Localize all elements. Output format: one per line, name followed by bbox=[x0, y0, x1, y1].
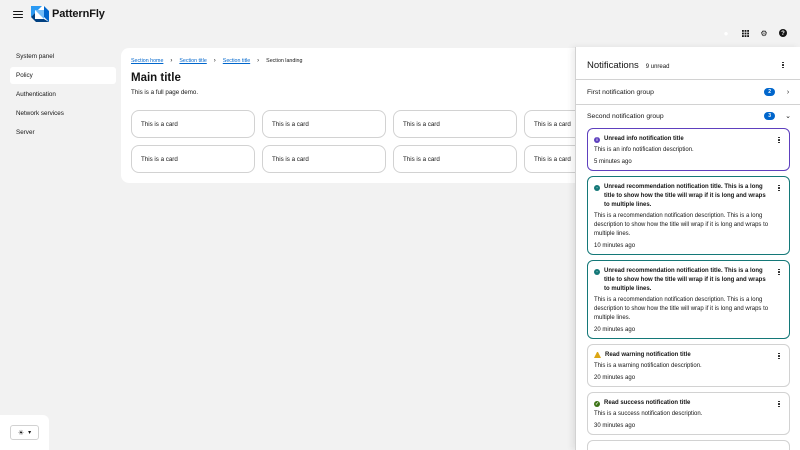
notification-kebab-icon[interactable] bbox=[775, 399, 783, 409]
notification-kebab-icon[interactable] bbox=[775, 351, 783, 361]
notification-kebab-icon[interactable] bbox=[775, 267, 783, 277]
sidebar-item-system-panel[interactable]: System panel bbox=[10, 48, 116, 65]
check-glyph: ✓ bbox=[595, 400, 599, 406]
breadcrumb-section-title-2[interactable]: Section title bbox=[223, 58, 250, 64]
notification-title: Read success notification title bbox=[604, 400, 691, 406]
notification-timestamp: 20 minutes ago bbox=[594, 327, 636, 333]
notification-description: This is a recommendation notification de… bbox=[594, 213, 769, 237]
notification-description: This is an info notification description… bbox=[594, 147, 694, 153]
notification-title-row: ◦ Unread recommendation notification tit… bbox=[594, 267, 771, 294]
notification-title: Unread recommendation notification title… bbox=[604, 184, 766, 208]
group-count-badge: 2 bbox=[764, 88, 775, 96]
lightbulb-icon: ◦ bbox=[594, 268, 600, 275]
unread-count: 9 unread bbox=[645, 64, 670, 70]
notification-description: This is a recommendation notification de… bbox=[594, 297, 769, 321]
gear-icon[interactable]: ⚙ bbox=[759, 28, 769, 38]
sun-icon: ☀ bbox=[17, 429, 25, 437]
info-icon: i bbox=[594, 136, 600, 143]
breadcrumb-current: Section landing bbox=[266, 58, 303, 64]
sidebar-item-policy[interactable]: Policy bbox=[10, 67, 116, 84]
check-circle-icon: ✓ bbox=[594, 400, 600, 407]
warning-icon bbox=[594, 352, 601, 358]
card-grid: This is a card This is a card This is a … bbox=[131, 110, 648, 173]
notification-item[interactable]: ◦ Unread recommendation notification tit… bbox=[587, 176, 790, 255]
notification-timestamp: 5 minutes ago bbox=[594, 159, 632, 165]
brand-name: PatternFly bbox=[52, 8, 105, 20]
help-glyph: ? bbox=[779, 29, 787, 37]
notification-title: Unread info notification title bbox=[604, 136, 684, 142]
sidebar-item-network-services[interactable]: Network services bbox=[10, 105, 116, 122]
hamburger-menu-icon[interactable] bbox=[13, 10, 23, 19]
notification-timestamp: 10 minutes ago bbox=[594, 243, 636, 249]
group-count-badge: 3 bbox=[764, 112, 775, 120]
lightbulb-glyph: ◦ bbox=[596, 184, 598, 190]
page-title: Main title bbox=[131, 72, 181, 84]
caret-down-icon: ▾ bbox=[28, 430, 32, 436]
chevron-right-icon: › bbox=[213, 58, 216, 64]
sidebar-nav: System panel Policy Authentication Netwo… bbox=[0, 48, 121, 143]
breadcrumb-section-title-1[interactable]: Section title bbox=[179, 58, 206, 64]
notification-title: Unread recommendation notification title… bbox=[604, 268, 766, 292]
divider bbox=[576, 104, 800, 105]
lightbulb-glyph: ◦ bbox=[596, 268, 598, 274]
svg-text:?: ? bbox=[781, 31, 785, 37]
notification-item[interactable]: Read warning notification title This is … bbox=[587, 344, 790, 387]
chevron-right-icon: › bbox=[257, 58, 260, 64]
card[interactable]: This is a card bbox=[262, 145, 386, 173]
chevron-right-icon: › bbox=[170, 58, 173, 64]
chevron-down-icon: ⌄ bbox=[785, 113, 791, 120]
notification-item[interactable]: i Unread info notification title This is… bbox=[587, 128, 790, 171]
group-title: First notification group bbox=[587, 88, 654, 96]
notification-timestamp: 30 minutes ago bbox=[594, 423, 636, 429]
info-glyph: i bbox=[596, 136, 598, 142]
page-description: This is a full page demo. bbox=[131, 89, 199, 96]
card[interactable]: This is a card bbox=[262, 110, 386, 138]
card[interactable]: This is a card bbox=[393, 145, 517, 173]
theme-toggle-button[interactable]: ☀ ▾ bbox=[10, 425, 39, 440]
notification-timestamp: 20 minutes ago bbox=[594, 375, 636, 381]
main-content: Section home › Section title › Section t… bbox=[121, 48, 648, 183]
notification-title: Read warning notification title bbox=[605, 352, 691, 358]
app-grid-glyph bbox=[741, 29, 749, 37]
notification-title-row: Read warning notification title bbox=[594, 351, 771, 360]
notification-item[interactable]: ◦ Unread recommendation notification tit… bbox=[587, 260, 790, 339]
lightbulb-icon: ◦ bbox=[594, 184, 600, 191]
group-title: Second notification group bbox=[587, 112, 664, 120]
notification-item-partial[interactable] bbox=[587, 440, 790, 450]
masthead-toolbar: ● ⚙ ? bbox=[721, 28, 788, 38]
drawer-title: Notifications bbox=[587, 60, 639, 71]
breadcrumb: Section home › Section title › Section t… bbox=[131, 58, 302, 64]
drawer-kebab-icon[interactable] bbox=[779, 60, 787, 70]
notification-title-row: ◦ Unread recommendation notification tit… bbox=[594, 183, 771, 210]
notification-bell-icon[interactable]: ● bbox=[721, 28, 731, 38]
notification-group-second[interactable]: Second notification group 3 ⌄ bbox=[587, 110, 791, 122]
notification-description: This is a success notification descripti… bbox=[594, 411, 703, 417]
patternfly-logo-icon bbox=[31, 6, 49, 22]
app-grid-icon[interactable] bbox=[740, 28, 750, 38]
theme-panel: ☀ ▾ bbox=[0, 415, 49, 450]
notification-title-row: ✓ Read success notification title bbox=[594, 399, 771, 408]
help-icon[interactable]: ? bbox=[778, 28, 788, 38]
masthead: PatternFly ● ⚙ ? bbox=[0, 0, 800, 38]
notification-item[interactable]: ✓ Read success notification title This i… bbox=[587, 392, 790, 435]
card[interactable]: This is a card bbox=[393, 110, 517, 138]
card[interactable]: This is a card bbox=[131, 145, 255, 173]
divider bbox=[576, 79, 800, 80]
breadcrumb-section-home[interactable]: Section home bbox=[131, 58, 163, 64]
notification-kebab-icon[interactable] bbox=[775, 183, 783, 193]
chevron-right-icon: › bbox=[786, 88, 790, 96]
notification-description: This is a warning notification descripti… bbox=[594, 363, 702, 369]
card[interactable]: This is a card bbox=[131, 110, 255, 138]
notification-title-row: i Unread info notification title bbox=[594, 135, 771, 144]
notification-drawer: Notifications 9 unread First notificatio… bbox=[575, 47, 800, 450]
drawer-header: Notifications 9 unread bbox=[587, 60, 669, 71]
brand-logo[interactable]: PatternFly bbox=[31, 6, 105, 22]
sidebar-item-server[interactable]: Server bbox=[10, 124, 116, 141]
notification-kebab-icon[interactable] bbox=[775, 135, 783, 145]
notification-group-first[interactable]: First notification group 2 › bbox=[587, 86, 791, 98]
sidebar-item-authentication[interactable]: Authentication bbox=[10, 86, 116, 103]
notification-list: i Unread info notification title This is… bbox=[587, 128, 790, 450]
